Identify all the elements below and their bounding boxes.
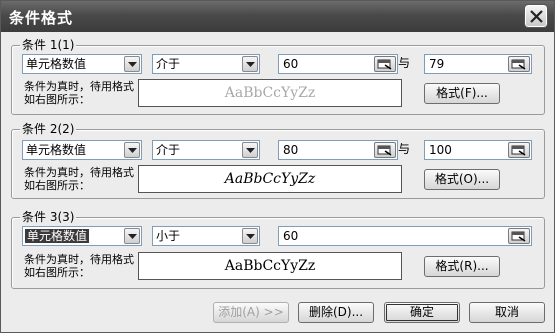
range-select-icon[interactable]: [374, 56, 396, 72]
condition-2-label: 条件 2(2): [20, 122, 77, 136]
condition-1-operator-select[interactable]: 介于: [152, 54, 260, 74]
delete-button[interactable]: 删除(D)...: [298, 302, 374, 323]
add-button[interactable]: 添加(A) >>: [213, 302, 289, 323]
condition-2-value2: 100: [429, 143, 452, 157]
condition-1-value2-input[interactable]: 79: [424, 54, 532, 74]
condition-2-format-preview: AaBbCcYyZz: [138, 165, 402, 193]
condition-1-operator-value: 介于: [156, 57, 181, 71]
condition-3-description: 条件为真时，待用格式如右图所示：: [24, 253, 134, 279]
condition-1-format-preview: AaBbCcYyZz: [138, 79, 402, 107]
condition-3-group: 条件 3(3) 单元格数值 小于 60 条件为真时，待用格式如右图所示： AaB…: [11, 210, 545, 289]
condition-3-format-preview: AaBbCcYyZz: [138, 252, 402, 280]
condition-2-value1: 80: [283, 143, 299, 157]
condition-2-group: 条件 2(2) 单元格数值 介于 80 与 100 条件为真时，待用格式如右图所…: [11, 122, 545, 199]
condition-2-type-value: 单元格数值: [26, 143, 87, 157]
ok-button[interactable]: 确定: [384, 302, 460, 323]
condition-1-value1: 60: [283, 57, 299, 71]
condition-1-value1-input[interactable]: 60: [278, 54, 398, 74]
condition-2-format-button[interactable]: 格式(O)...: [424, 169, 500, 190]
condition-1-label: 条件 1(1): [20, 38, 77, 52]
condition-3-type-select[interactable]: 单元格数值: [22, 226, 142, 246]
chevron-down-icon: [242, 142, 258, 158]
condition-3-operator-value: 小于: [156, 229, 181, 243]
condition-1-type-select[interactable]: 单元格数值: [22, 54, 142, 74]
chevron-down-icon: [242, 56, 258, 72]
dialog-title: 条件格式: [9, 9, 74, 27]
close-button[interactable]: [524, 4, 548, 28]
chevron-down-icon: [124, 228, 140, 244]
conditional-format-dialog: 条件格式 条件 1(1) 单元格数值 介于 60 与 79 条件为真时，待用格式…: [0, 0, 555, 333]
condition-2-operator-value: 介于: [156, 143, 181, 157]
range-select-icon[interactable]: [508, 228, 530, 244]
chevron-down-icon: [124, 56, 140, 72]
condition-2-type-select[interactable]: 单元格数值: [22, 140, 142, 160]
condition-3-label: 条件 3(3): [20, 210, 77, 224]
condition-2-description: 条件为真时，待用格式如右图所示：: [24, 166, 134, 192]
chevron-down-icon: [124, 142, 140, 158]
condition-1-format-button[interactable]: 格式(F)...: [424, 83, 500, 104]
title-bar: 条件格式: [1, 1, 554, 32]
condition-3-type-value: 单元格数值: [25, 229, 90, 243]
condition-3-value1-input[interactable]: 60: [278, 226, 532, 246]
close-icon: [530, 10, 543, 23]
condition-3-value1: 60: [283, 229, 299, 243]
condition-1-value2: 79: [429, 57, 445, 71]
condition-1-type-value: 单元格数值: [26, 57, 87, 71]
range-select-icon[interactable]: [508, 142, 530, 158]
condition-3-format-button[interactable]: 格式(R)...: [424, 256, 500, 277]
range-select-icon[interactable]: [374, 142, 396, 158]
condition-2-and-label: 与: [398, 142, 411, 156]
condition-2-value1-input[interactable]: 80: [278, 140, 398, 160]
cancel-button[interactable]: 取消: [469, 302, 545, 323]
range-select-icon[interactable]: [508, 56, 530, 72]
condition-2-value2-input[interactable]: 100: [424, 140, 532, 160]
condition-1-group: 条件 1(1) 单元格数值 介于 60 与 79 条件为真时，待用格式如右图所示…: [11, 38, 545, 115]
condition-1-description: 条件为真时，待用格式如右图所示：: [24, 80, 134, 106]
condition-2-operator-select[interactable]: 介于: [152, 140, 260, 160]
condition-3-operator-select[interactable]: 小于: [152, 226, 260, 246]
chevron-down-icon: [242, 228, 258, 244]
condition-1-and-label: 与: [398, 56, 411, 70]
